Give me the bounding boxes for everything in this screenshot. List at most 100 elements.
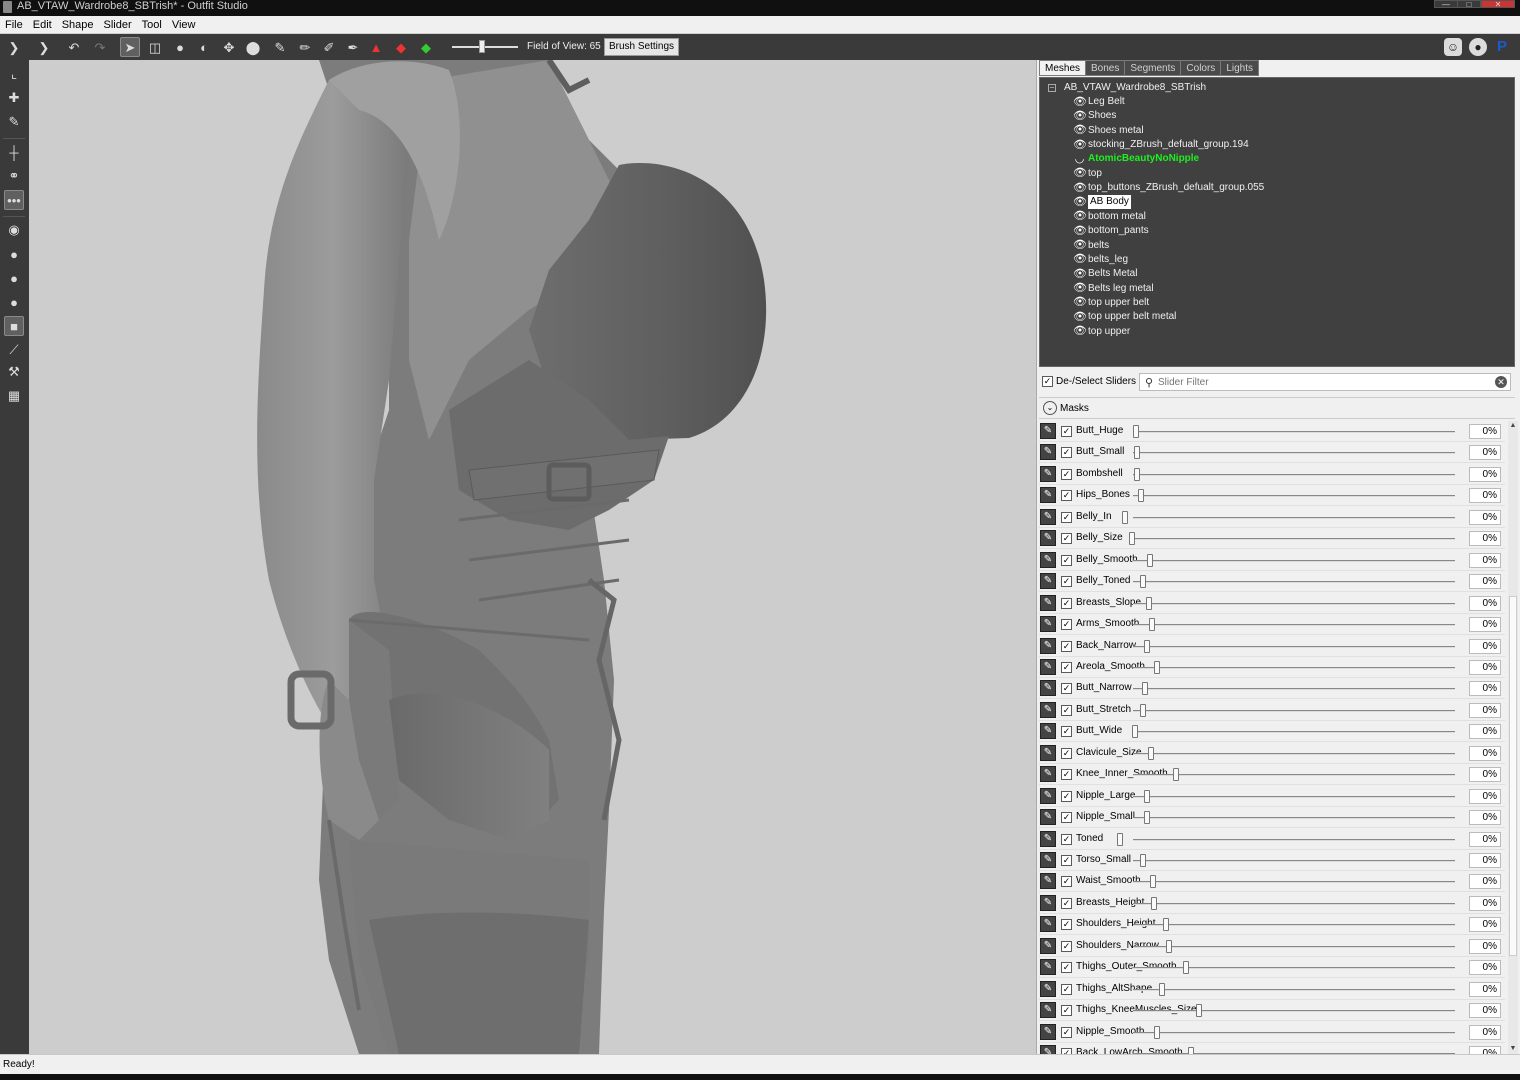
slider-thumb[interactable] bbox=[1146, 596, 1152, 610]
pencil-icon[interactable]: ✎ bbox=[1040, 916, 1056, 933]
menu-edit[interactable]: Edit bbox=[28, 16, 57, 34]
scroll-thumb[interactable] bbox=[1509, 596, 1517, 956]
pencil-icon[interactable]: ✎ bbox=[1040, 1045, 1056, 1054]
slider-thumb[interactable] bbox=[1150, 875, 1156, 889]
slider-thumb[interactable] bbox=[1166, 939, 1172, 953]
slider-value[interactable]: 0% bbox=[1469, 617, 1501, 633]
slider-track[interactable] bbox=[1133, 645, 1455, 648]
menu-slider[interactable]: Slider bbox=[99, 16, 137, 34]
eye-icon[interactable]: 👁 bbox=[1073, 124, 1087, 137]
slider-track[interactable] bbox=[1133, 1010, 1455, 1013]
slider-track[interactable] bbox=[1133, 473, 1455, 476]
slider-checkbox[interactable]: ✓ bbox=[1061, 619, 1072, 631]
slider-track[interactable] bbox=[1133, 860, 1455, 862]
slider-track[interactable] bbox=[1133, 902, 1455, 905]
slider-checkbox[interactable]: ✓ bbox=[1061, 683, 1072, 695]
slider-checkbox[interactable]: ✓ bbox=[1061, 704, 1072, 716]
fov-slider-track[interactable] bbox=[452, 46, 518, 48]
pencil-icon[interactable]: ✎ bbox=[1040, 530, 1056, 547]
pencil-icon[interactable]: ✎ bbox=[1040, 723, 1056, 740]
slider-track[interactable] bbox=[1133, 559, 1455, 562]
select-brush-icon[interactable]: ➤ bbox=[120, 37, 140, 57]
color-brush-icon[interactable]: ✏ bbox=[295, 37, 315, 57]
eye-closed-icon[interactable]: ◡ bbox=[1073, 153, 1086, 166]
slider-value[interactable]: 0% bbox=[1469, 1003, 1501, 1019]
pencil-icon[interactable]: ✎ bbox=[1040, 680, 1056, 697]
edge-icon[interactable]: ⟋ bbox=[4, 340, 24, 360]
pencil-icon[interactable]: ✎ bbox=[1040, 894, 1056, 911]
slider-checkbox[interactable]: ✓ bbox=[1061, 769, 1072, 781]
collapse-icon[interactable]: ◆ bbox=[391, 37, 411, 57]
smooth-brush-icon[interactable]: ⬤ bbox=[243, 37, 263, 57]
pencil-icon[interactable]: ✎ bbox=[1040, 1002, 1056, 1019]
slider-checkbox[interactable]: ✓ bbox=[1061, 940, 1072, 952]
pivot-icon[interactable]: ✚ bbox=[4, 88, 24, 108]
pencil-icon[interactable]: ✎ bbox=[1040, 1023, 1056, 1040]
inflate-brush-icon[interactable]: ● bbox=[170, 37, 190, 57]
slider-track[interactable] bbox=[1133, 731, 1455, 734]
slider-thumb[interactable] bbox=[1134, 446, 1140, 460]
slider-value[interactable]: 0% bbox=[1469, 745, 1501, 761]
slider-checkbox[interactable]: ✓ bbox=[1061, 726, 1072, 738]
pencil-icon[interactable]: ✎ bbox=[1040, 637, 1056, 654]
slider-value[interactable]: 0% bbox=[1469, 895, 1501, 911]
slider-checkbox[interactable]: ✓ bbox=[1061, 554, 1072, 566]
pencil-icon[interactable]: ✎ bbox=[1040, 873, 1056, 890]
tab-bones[interactable]: Bones bbox=[1085, 60, 1126, 76]
slider-value[interactable]: 0% bbox=[1469, 659, 1501, 675]
pencil-icon[interactable]: ✎ bbox=[1040, 937, 1056, 954]
slider-thumb[interactable] bbox=[1147, 553, 1153, 567]
3d-viewport[interactable] bbox=[29, 60, 1036, 1054]
slider-thumb[interactable] bbox=[1196, 1004, 1202, 1018]
slider-track[interactable] bbox=[1133, 709, 1455, 712]
slider-thumb[interactable] bbox=[1188, 1047, 1194, 1054]
mesh-tree-item[interactable]: 👁 top upper bbox=[1073, 325, 1130, 339]
chevron-down-icon[interactable]: ⌄ bbox=[1043, 401, 1057, 415]
slider-checkbox[interactable]: ✓ bbox=[1061, 490, 1072, 502]
slider-track[interactable] bbox=[1133, 1031, 1455, 1034]
mesh-tree-item[interactable]: 👁 Leg Belt bbox=[1073, 95, 1125, 109]
github-icon[interactable]: ● bbox=[1469, 38, 1487, 56]
alpha-brush-icon[interactable]: ✐ bbox=[319, 37, 339, 57]
slider-value[interactable]: 0% bbox=[1469, 810, 1501, 826]
slider-checkbox[interactable]: ✓ bbox=[1061, 983, 1072, 995]
menu-file[interactable]: File bbox=[0, 16, 28, 34]
slider-checkbox[interactable]: ✓ bbox=[1061, 597, 1072, 609]
pencil-icon[interactable]: ✎ bbox=[1040, 616, 1056, 633]
transform-icon[interactable]: ⌞ bbox=[4, 64, 24, 84]
eye-icon[interactable]: 👁 bbox=[1073, 282, 1087, 295]
slider-track[interactable] bbox=[1133, 795, 1455, 798]
slider-thumb[interactable] bbox=[1140, 854, 1146, 867]
slider-thumb[interactable] bbox=[1117, 832, 1123, 846]
slider-value[interactable]: 0% bbox=[1469, 724, 1501, 740]
slider-value[interactable]: 0% bbox=[1469, 981, 1501, 997]
slider-checkbox[interactable]: ✓ bbox=[1061, 661, 1072, 673]
slider-value[interactable]: 0% bbox=[1469, 488, 1501, 504]
slider-track[interactable] bbox=[1133, 666, 1455, 669]
pencil-icon[interactable]: ✎ bbox=[1040, 852, 1056, 868]
paypal-icon[interactable]: P bbox=[1493, 38, 1511, 56]
slider-checkbox[interactable]: ✓ bbox=[1061, 576, 1072, 588]
slider-value[interactable]: 0% bbox=[1469, 874, 1501, 890]
slider-value[interactable]: 0% bbox=[1469, 938, 1501, 954]
slider-track[interactable] bbox=[1133, 516, 1455, 519]
maximize-button[interactable]: □ bbox=[1457, 0, 1481, 9]
slider-track[interactable] bbox=[1133, 752, 1455, 755]
slider-checkbox[interactable]: ✓ bbox=[1061, 511, 1072, 523]
mesh-tree-item[interactable]: 👁 top upper belt bbox=[1073, 296, 1149, 310]
sphere-4-icon[interactable]: ● bbox=[4, 292, 24, 312]
slider-checkbox[interactable]: ✓ bbox=[1061, 876, 1072, 888]
tab-meshes[interactable]: Meshes bbox=[1039, 60, 1087, 76]
slider-value[interactable]: 0% bbox=[1469, 574, 1501, 590]
slider-thumb[interactable] bbox=[1159, 982, 1165, 996]
sphere-3-icon[interactable]: ● bbox=[4, 268, 24, 288]
collapse-icon[interactable]: − bbox=[1048, 84, 1056, 92]
minimize-button[interactable]: — bbox=[1434, 0, 1458, 9]
split-icon[interactable]: ┼ bbox=[4, 142, 24, 162]
pencil-icon[interactable]: ✎ bbox=[1040, 766, 1056, 783]
slider-thumb[interactable] bbox=[1129, 532, 1135, 546]
deselect-checkbox[interactable]: ✓ bbox=[1042, 376, 1053, 387]
slider-filter-input[interactable] bbox=[1158, 376, 1488, 388]
slider-value[interactable]: 0% bbox=[1469, 917, 1501, 933]
slider-track[interactable] bbox=[1133, 688, 1455, 691]
